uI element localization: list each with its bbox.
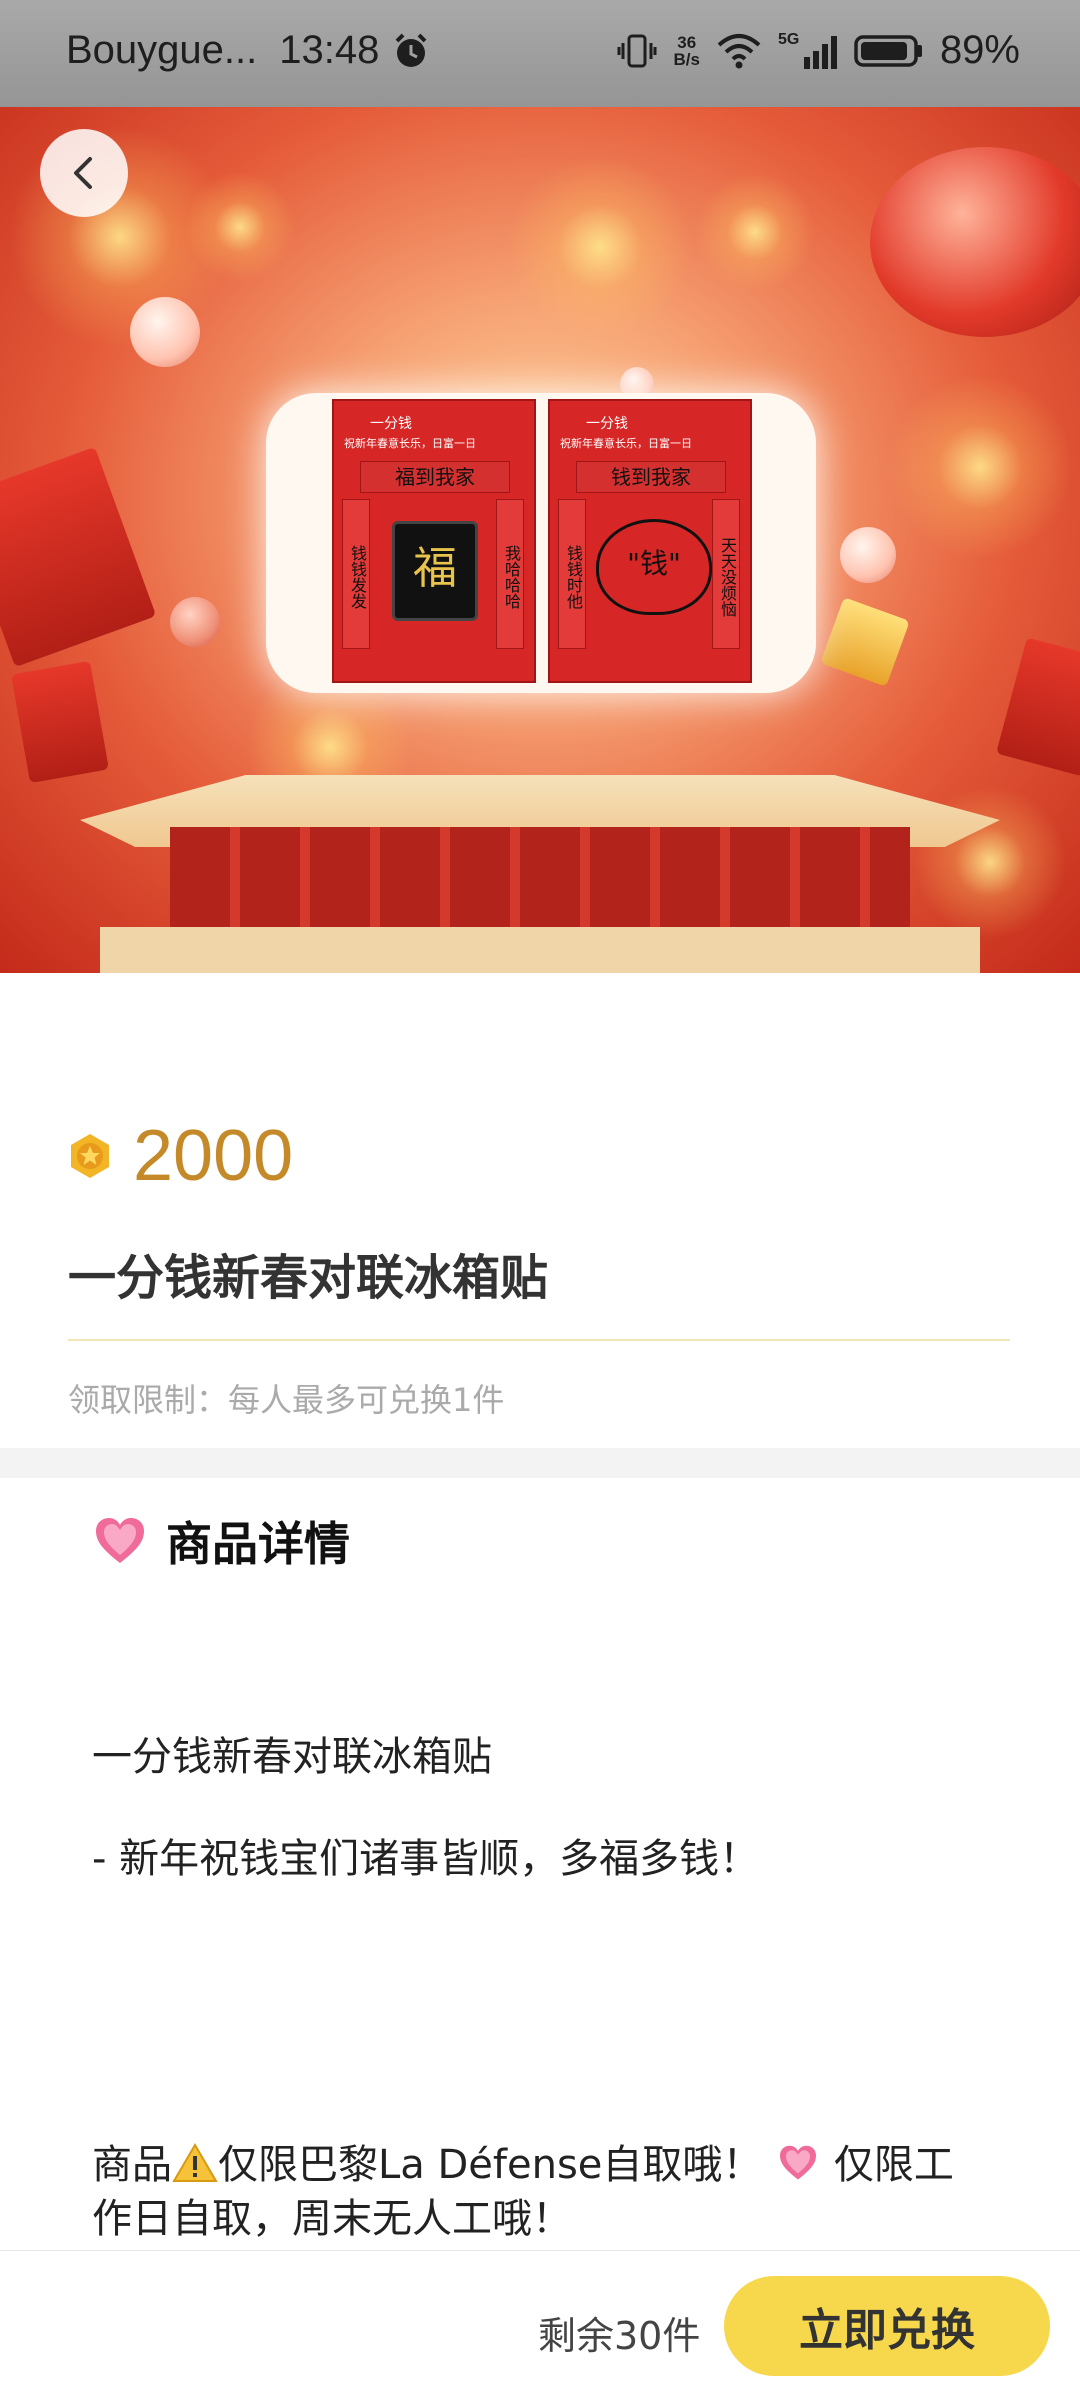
sticker-center-fu: 福: [392, 521, 478, 621]
status-left: Bouygue... 13:48: [66, 28, 431, 73]
sticker-left-couplet: 钱钱发发: [342, 499, 370, 649]
alarm-icon: [395, 33, 427, 67]
sticker-right-couplet: 天天没烦恼: [712, 499, 740, 649]
firework-decoration: [690, 167, 820, 297]
sparkling-heart-icon: [96, 1518, 144, 1563]
sticker-brand: 一分钱: [370, 416, 412, 432]
carrier-name: Bouygue...: [66, 28, 258, 72]
red-envelope-decoration: [11, 660, 109, 784]
details-section-title: 商品详情: [166, 1517, 350, 1571]
remaining-stock: 剩余30件: [538, 2314, 701, 2358]
product-banner: 一分钱 祝新年春意长乐，日富一日 福到我家 钱钱发发 我哈哈哈 福 一分钱 祝新…: [0, 107, 1080, 973]
signal-indicator: 5G: [778, 31, 838, 71]
network-speed: 36 B/s: [673, 34, 699, 68]
product-details: 商品详情 一分钱新春对联冰箱贴 - 新年祝钱宝们诸事皆顺，多福多钱！ 商品 仅限…: [0, 1478, 1080, 2253]
status-right: 36 B/s 5G 89%: [617, 28, 1020, 73]
clock-time: 13:48: [279, 28, 380, 72]
fridge-sticker-qian: 一分钱 祝新年春意长乐，日富一日 钱到我家 钱钱时他 天天没烦恼 "钱": [548, 399, 752, 683]
battery-percent: 89%: [939, 28, 1020, 72]
product-image: 一分钱 祝新年春意长乐，日富一日 福到我家 钱钱发发 我哈哈哈 福 一分钱 祝新…: [266, 393, 816, 693]
back-button[interactable]: [40, 129, 128, 217]
speed-value: 36: [677, 32, 697, 52]
lantern-decoration: [840, 527, 896, 583]
chevron-left-icon: [74, 157, 92, 189]
note-prefix: 商品: [92, 2142, 172, 2188]
sticker-left-couplet: 钱钱时他: [558, 499, 586, 649]
battery-icon: [854, 34, 922, 67]
sticker-slogan: 祝新年春意长乐，日富一日: [344, 437, 476, 450]
sticker-header: 福到我家: [360, 461, 510, 493]
sticker-header: 钱到我家: [576, 461, 726, 493]
firework-decoration: [180, 167, 300, 287]
speed-unit: B/s: [673, 49, 700, 69]
lantern-decoration: [870, 147, 1080, 337]
warning-icon: [172, 2143, 218, 2182]
sticker-right-couplet: 我哈哈哈: [496, 499, 524, 649]
details-line-title: 一分钱新春对联冰箱贴: [92, 1734, 492, 1780]
product-title: 一分钱新春对联冰箱贴: [68, 1250, 549, 1306]
details-header: 商品详情: [92, 1508, 350, 1574]
divider: [68, 1339, 1010, 1341]
product-info: 2000 一分钱新春对联冰箱贴 领取限制：每人最多可兑换1件: [0, 973, 1080, 1443]
sticker-slogan: 祝新年春意长乐，日富一日: [560, 437, 692, 450]
gold-ingot-decoration: [820, 597, 910, 687]
pickup-note: 商品 仅限巴黎La Défense自取哦！ 仅限工作日自取，周末无人工哦！: [92, 2138, 992, 2246]
lantern-decoration: [130, 297, 200, 367]
section-divider: [0, 1448, 1080, 1478]
red-envelope-decoration: [996, 637, 1080, 777]
redeem-now-button[interactable]: 立即兑换: [724, 2276, 1050, 2376]
fridge-sticker-fu: 一分钱 祝新年春意长乐，日富一日 福到我家 钱钱发发 我哈哈哈 福: [332, 399, 536, 683]
firework-decoration: [880, 367, 1080, 567]
sparkling-heart-icon: [780, 2145, 817, 2180]
red-envelope-decoration: [0, 446, 157, 668]
redeem-limit: 领取限制：每人最多可兑换1件: [68, 1381, 505, 1419]
vibrate-icon: [617, 34, 657, 67]
coin-icon: [71, 1134, 109, 1178]
firework-decoration: [500, 147, 700, 347]
note-location: 仅限巴黎La Défense自取哦！: [218, 2142, 763, 2188]
price-points: 2000: [133, 1116, 294, 1196]
palace-base-decoration: [100, 927, 980, 973]
status-bar: Bouygue... 13:48 36 B/s 5G 89%: [0, 0, 1080, 107]
signal-icon: [803, 35, 837, 69]
wifi-icon: [717, 33, 761, 68]
bottom-action-bar: 剩余30件 立即兑换: [0, 2250, 1080, 2401]
details-line-wish: - 新年祝钱宝们诸事皆顺，多福多钱！: [92, 1836, 760, 1882]
lantern-decoration: [170, 597, 220, 647]
sticker-brand: 一分钱: [586, 416, 628, 432]
sticker-center-money-bag: "钱": [596, 519, 712, 615]
